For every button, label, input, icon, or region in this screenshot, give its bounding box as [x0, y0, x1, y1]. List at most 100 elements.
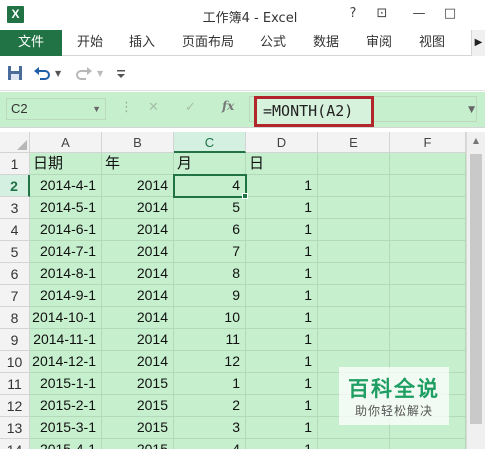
cell-a12[interactable]: 2015-2-1 — [30, 395, 102, 417]
undo-dropdown-icon[interactable]: ▼ — [55, 65, 61, 83]
cell-c4[interactable]: 6 — [174, 219, 246, 241]
cell-f5[interactable] — [390, 241, 466, 263]
cell-b10[interactable]: 2014 — [102, 351, 174, 373]
cell-d6[interactable]: 1 — [246, 263, 318, 285]
cell-c14[interactable]: 4 — [174, 439, 246, 449]
row-header[interactable]: 4 — [0, 219, 30, 241]
cell-b3[interactable]: 2014 — [102, 197, 174, 219]
row-header[interactable]: 1 — [0, 153, 30, 175]
row-header[interactable]: 11 — [0, 373, 30, 395]
cell-d4[interactable]: 1 — [246, 219, 318, 241]
help-button[interactable]: ? — [343, 5, 363, 23]
cell-e2[interactable] — [318, 175, 390, 197]
cell-e1[interactable] — [318, 153, 390, 175]
cell-d5[interactable]: 1 — [246, 241, 318, 263]
cell-a4[interactable]: 2014-6-1 — [30, 219, 102, 241]
cell-a11[interactable]: 2015-1-1 — [30, 373, 102, 395]
tab-home[interactable]: 开始 — [77, 30, 103, 56]
cell-e9[interactable] — [318, 329, 390, 351]
cell-e3[interactable] — [318, 197, 390, 219]
cell-b7[interactable]: 2014 — [102, 285, 174, 307]
cell-d11[interactable]: 1 — [246, 373, 318, 395]
cell-c7[interactable]: 9 — [174, 285, 246, 307]
expand-formula-bar-icon[interactable]: ▼ — [468, 105, 475, 115]
row-header[interactable]: 7 — [0, 285, 30, 307]
cell-d14[interactable]: 1 — [246, 439, 318, 449]
cell-c5[interactable]: 7 — [174, 241, 246, 263]
cell-f7[interactable] — [390, 285, 466, 307]
row-header[interactable]: 9 — [0, 329, 30, 351]
cell-b2[interactable]: 2014 — [102, 175, 174, 197]
cell-d8[interactable]: 1 — [246, 307, 318, 329]
cell-a1[interactable]: 日期 — [30, 153, 102, 175]
cell-a13[interactable]: 2015-3-1 — [30, 417, 102, 439]
cell-f2[interactable] — [390, 175, 466, 197]
insert-function-icon[interactable]: fx — [222, 99, 234, 113]
row-header[interactable]: 10 — [0, 351, 30, 373]
tab-file[interactable]: 文件 — [0, 30, 62, 56]
row-header[interactable]: 8 — [0, 307, 30, 329]
maximize-button[interactable]: □ — [440, 5, 460, 23]
cell-b9[interactable]: 2014 — [102, 329, 174, 351]
column-header-d[interactable]: D — [246, 132, 318, 153]
row-header[interactable]: 14 — [0, 439, 30, 449]
tab-review[interactable]: 审阅 — [366, 30, 392, 56]
row-header[interactable]: 3 — [0, 197, 30, 219]
tab-view[interactable]: 视图 — [419, 30, 445, 56]
cell-b1[interactable]: 年 — [102, 153, 174, 175]
cell-f14[interactable] — [390, 439, 466, 449]
cell-e8[interactable] — [318, 307, 390, 329]
column-header-b[interactable]: B — [102, 132, 174, 153]
cell-c12[interactable]: 2 — [174, 395, 246, 417]
cell-a6[interactable]: 2014-8-1 — [30, 263, 102, 285]
select-all-button[interactable] — [0, 132, 30, 153]
cell-a3[interactable]: 2014-5-1 — [30, 197, 102, 219]
row-header[interactable]: 2 — [0, 175, 30, 197]
cell-c10[interactable]: 12 — [174, 351, 246, 373]
column-header-f[interactable]: F — [390, 132, 466, 153]
cell-d7[interactable]: 1 — [246, 285, 318, 307]
cell-f8[interactable] — [390, 307, 466, 329]
cell-d3[interactable]: 1 — [246, 197, 318, 219]
cell-b11[interactable]: 2015 — [102, 373, 174, 395]
cell-d10[interactable]: 1 — [246, 351, 318, 373]
fill-handle[interactable] — [242, 193, 248, 199]
cell-b5[interactable]: 2014 — [102, 241, 174, 263]
cancel-icon[interactable]: ✕ — [148, 100, 159, 115]
cell-f3[interactable] — [390, 197, 466, 219]
cell-c2[interactable]: 4 — [174, 175, 246, 197]
cell-b13[interactable]: 2015 — [102, 417, 174, 439]
redo-icon[interactable] — [75, 65, 93, 83]
cell-f4[interactable] — [390, 219, 466, 241]
cell-c13[interactable]: 3 — [174, 417, 246, 439]
row-header[interactable]: 5 — [0, 241, 30, 263]
cell-e7[interactable] — [318, 285, 390, 307]
cell-a14[interactable]: 2015-4-1 — [30, 439, 102, 449]
cell-f1[interactable] — [390, 153, 466, 175]
redo-dropdown-icon[interactable]: ▼ — [97, 65, 103, 83]
cell-d2[interactable]: 1 — [246, 175, 318, 197]
cell-a7[interactable]: 2014-9-1 — [30, 285, 102, 307]
cell-f6[interactable] — [390, 263, 466, 285]
minimize-button[interactable]: — — [409, 5, 429, 23]
row-header[interactable]: 6 — [0, 263, 30, 285]
cell-e14[interactable] — [318, 439, 390, 449]
excel-app-icon[interactable]: X — [7, 6, 24, 23]
column-header-e[interactable]: E — [318, 132, 390, 153]
ribbon-scroll-right-button[interactable]: ▶ — [471, 30, 485, 56]
cell-d12[interactable]: 1 — [246, 395, 318, 417]
enter-icon[interactable]: ✓ — [185, 100, 196, 115]
cell-c9[interactable]: 11 — [174, 329, 246, 351]
cell-c8[interactable]: 10 — [174, 307, 246, 329]
tab-insert[interactable]: 插入 — [129, 30, 155, 56]
cell-b12[interactable]: 2015 — [102, 395, 174, 417]
cell-f9[interactable] — [390, 329, 466, 351]
cell-d13[interactable]: 1 — [246, 417, 318, 439]
cell-a8[interactable]: 2014-10-1 — [30, 307, 102, 329]
cell-a9[interactable]: 2014-11-1 — [30, 329, 102, 351]
tab-page-layout[interactable]: 页面布局 — [182, 30, 234, 56]
cell-a2[interactable]: 2014-4-1 — [30, 175, 102, 197]
name-box[interactable]: C2 ▼ — [6, 98, 106, 120]
cell-b8[interactable]: 2014 — [102, 307, 174, 329]
row-header[interactable]: 12 — [0, 395, 30, 417]
